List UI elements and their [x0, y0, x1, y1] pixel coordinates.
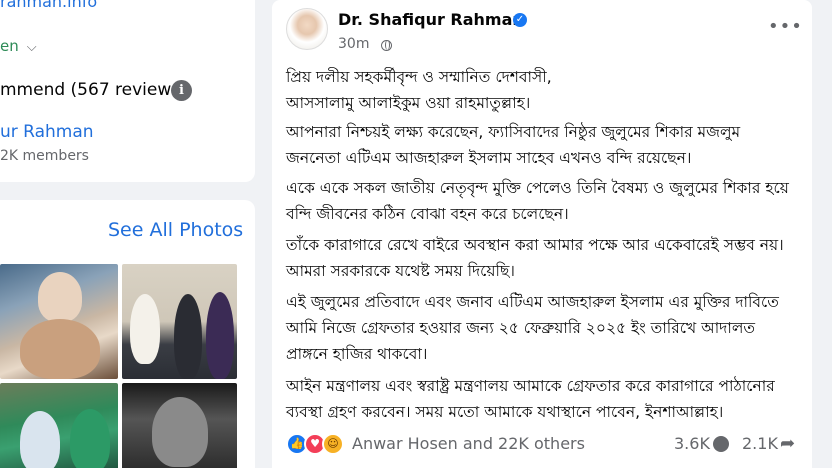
person-figure: [20, 319, 100, 379]
person-figure: [70, 409, 110, 468]
see-all-photos-link[interactable]: See All Photos: [108, 219, 243, 241]
post-line: জননেতা এটিএম আজহারুল ইসলাম সাহেব এখনও বন…: [286, 149, 692, 167]
person-figure: [130, 294, 160, 364]
post-paragraph: তাঁকে কারাগারে রেখে বাইরে অবস্থান করা আম…: [286, 232, 784, 284]
post-author[interactable]: Dr. Shafiqur Rahman: [338, 10, 524, 29]
post-paragraph: আপনারা নিশ্চয়ই লক্ষ্য করেছেন, ফ্যাসিবাদ…: [286, 119, 740, 171]
comment-icon: [713, 436, 729, 452]
post-line: আপনারা নিশ্চয়ই লক্ষ্য করেছেন, ফ্যাসিবাদ…: [286, 123, 741, 141]
post-line: আমরা সরকারকে যথেষ্ট সময় দিয়েছি।: [286, 262, 515, 280]
post-paragraph: এই জুলুমের প্রতিবাদে এবং জনাব এটিএম আজহা…: [286, 289, 779, 367]
avatar[interactable]: [286, 8, 328, 50]
post-line: প্রিয় দলীয় সহকর্মীবৃন্দ ও সম্মানিত দেশ…: [286, 68, 552, 86]
post-line: প্রাঙ্গনে হাজির থাকবো।: [286, 345, 428, 363]
person-figure: [206, 292, 234, 379]
post-line: তাঁকে কারাগারে রেখে বাইরে অবস্থান করা আম…: [286, 236, 784, 254]
share-icon: ➦: [780, 433, 796, 454]
chevron-down-icon: ⌵: [26, 40, 37, 55]
photo-thumbnail[interactable]: [122, 383, 237, 468]
post-line: আসসালামু আলাইকুম ওয়া রাহমাতুল্লাহ।: [286, 94, 531, 112]
post-line: এই জুলুমের প্রতিবাদে এবং জনাব এটিএম আজহা…: [286, 293, 779, 311]
shares-count[interactable]: 2.1K: [742, 434, 778, 453]
group-link[interactable]: ur Rahman: [0, 122, 94, 142]
post-time[interactable]: 30m: [338, 36, 369, 52]
post-paragraph: একে একে সকল জাতীয় নেতৃবৃন্দ মুক্তি পেলে…: [286, 175, 789, 227]
group-members: 2K members: [0, 148, 89, 164]
person-figure: [20, 411, 60, 468]
reactions-summary[interactable]: Anwar Hosen and 22K others: [352, 434, 585, 453]
globe-icon: [381, 40, 392, 51]
post-line: আমি নিজে গ্রেফতার হওয়ার জন্য ২৫ ফেব্রুয…: [286, 319, 756, 337]
photo-thumbnail[interactable]: [0, 264, 118, 379]
post-paragraph: আইন মন্ত্রণালয় এবং স্বরাষ্ট্র মন্ত্রণাল…: [286, 373, 775, 425]
post-line: ব্যবস্থা গ্রহণ করবেন। সময় মতো আমাকে যথা…: [286, 403, 724, 421]
more-options-icon[interactable]: •••: [768, 16, 803, 37]
status-label: en: [0, 37, 19, 55]
post-paragraph: প্রিয় দলীয় সহকর্মীবৃন্দ ও সম্মানিত দেশ…: [286, 64, 552, 116]
comments-count[interactable]: 3.6K: [674, 434, 710, 453]
photo-thumbnail[interactable]: [0, 383, 118, 468]
verified-badge-icon: ✓: [513, 13, 527, 27]
reaction-icons[interactable]: 👍 ♥ ☺: [286, 433, 350, 455]
person-figure: [38, 272, 82, 322]
post-line: একে একে সকল জাতীয় নেতৃবৃন্দ মুক্তি পেলে…: [286, 179, 789, 197]
post-line: বন্দি জীবনের কঠিন বোঝা বহন করে চলেছেন।: [286, 205, 569, 223]
open-status[interactable]: en ⌵: [0, 37, 37, 55]
recommend-text: mmend (567 reviews): [0, 80, 187, 100]
website-link[interactable]: rahman.info: [0, 0, 97, 11]
person-figure: [174, 294, 202, 379]
photo-thumbnail[interactable]: [122, 264, 237, 379]
info-icon[interactable]: i: [171, 80, 192, 101]
haha-icon: ☺: [322, 433, 344, 455]
post-line: আইন মন্ত্রণালয় এবং স্বরাষ্ট্র মন্ত্রণাল…: [286, 377, 775, 395]
person-figure: [152, 397, 208, 467]
